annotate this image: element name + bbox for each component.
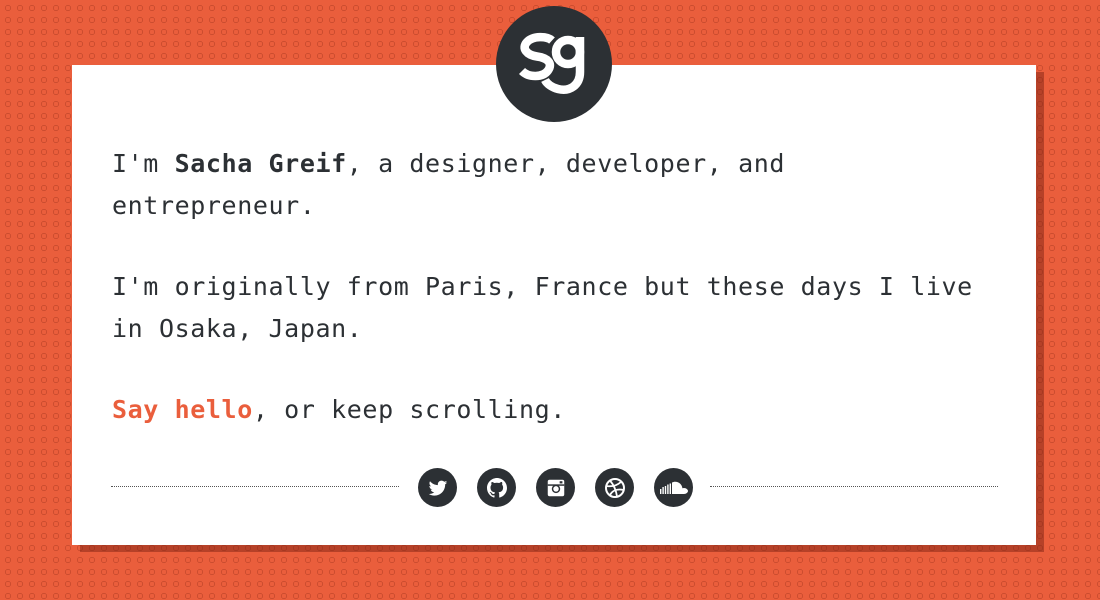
location-paragraph: I'm originally from Paris, France but th…: [112, 272, 973, 343]
github-icon: [485, 476, 509, 500]
divider-left: [111, 486, 399, 487]
sg-logo[interactable]: [496, 6, 612, 122]
instagram-icon: [545, 477, 567, 499]
cta-paragraph: Say hello, or keep scrolling.: [112, 389, 1002, 431]
dribbble-icon: [603, 476, 627, 500]
dribbble-link[interactable]: [595, 468, 634, 507]
github-link[interactable]: [477, 468, 516, 507]
intro-content: I'm Sacha Greif, a designer, developer, …: [112, 143, 1002, 431]
soundcloud-icon: [659, 478, 689, 498]
intro-paragraph: I'm Sacha Greif, a designer, developer, …: [112, 143, 1002, 227]
twitter-link[interactable]: [418, 468, 457, 507]
author-name: Sacha Greif: [174, 149, 347, 178]
soundcloud-link[interactable]: [654, 468, 693, 507]
twitter-icon: [427, 477, 449, 499]
cta-rest: , or keep scrolling.: [252, 395, 566, 424]
intro-card: I'm Sacha Greif, a designer, developer, …: [72, 65, 1036, 545]
instagram-link[interactable]: [536, 468, 575, 507]
divider-right: [710, 486, 998, 487]
intro-prefix: I'm: [112, 149, 175, 178]
sg-monogram-logo: [518, 32, 585, 94]
social-links: [418, 468, 693, 507]
say-hello-link[interactable]: Say hello: [112, 395, 253, 424]
